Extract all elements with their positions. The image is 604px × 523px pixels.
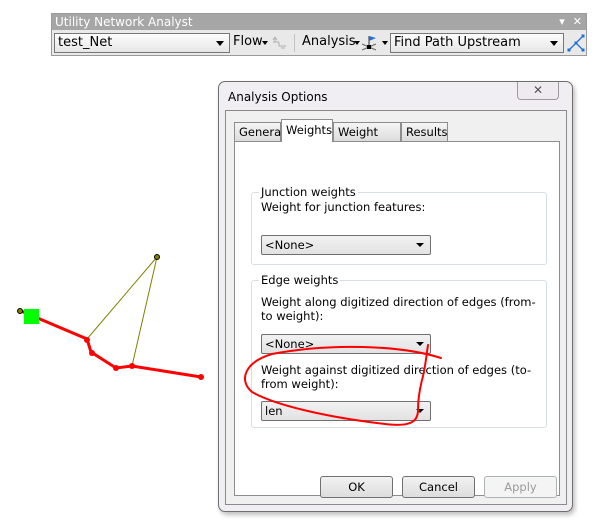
close-button[interactable]: ✕ [517,82,559,100]
flag-icon[interactable] [24,309,39,324]
network-edge [86,256,158,340]
weights-tab-page: Junction weights Weight for junction fea… [234,141,560,496]
toolbar-separator [294,34,295,52]
chevron-down-icon [216,41,224,46]
junction [113,365,119,371]
junction [154,254,160,260]
chevron-down-icon [416,243,424,247]
from-to-weight-label: Weight along digitized direction of edge… [261,295,536,323]
network-combo[interactable]: test_Net [54,33,230,53]
junction-weight-label: Weight for junction features: [261,200,426,214]
flow-direction-icon[interactable] [271,34,289,52]
network-edge [131,256,158,367]
dialog-body: General Weights Weight Filter Results Ju… [225,110,567,505]
junction-weight-dropdown[interactable]: <None> [261,235,431,255]
junction-weights-legend: Junction weights [259,185,358,199]
result-path [20,309,204,380]
flag-tool-icon[interactable] [359,33,379,53]
toolbar-menu-icon[interactable]: ▾ [559,14,565,30]
dialog-title: Analysis Options [228,90,328,104]
utility-network-analyst-toolbar: Utility Network Analyst ▾ ✕ test_Net Flo… [51,13,587,56]
toolbar-title-bar[interactable]: Utility Network Analyst ▾ ✕ [52,14,586,30]
edge-weights-group: Edge weights Weight along digitized dire… [251,273,547,428]
result-edge [20,309,202,379]
chevron-down-icon [262,41,268,45]
close-icon: ✕ [532,83,544,97]
edge-weights-legend: Edge weights [259,273,341,287]
junction-weight-value: <None> [265,238,315,252]
task-combo[interactable]: Find Path Upstream [390,33,564,53]
junction [84,337,90,343]
toolbar-close-icon[interactable]: ✕ [573,14,582,30]
tab-results[interactable]: Results [401,122,448,141]
chevron-down-icon [550,41,558,46]
from-to-weight-dropdown[interactable]: <None> [261,334,431,354]
junction-weights-group: Junction weights Weight for junction fea… [251,185,547,265]
flow-menu-button[interactable]: Flow [233,32,263,52]
network-combo-value: test_Net [58,35,113,50]
task-combo-value: Find Path Upstream [394,35,521,50]
solve-icon[interactable] [566,33,586,53]
chevron-down-icon [416,409,424,413]
chevron-down-icon[interactable] [382,41,388,45]
network-edges [86,256,158,367]
junction [17,308,23,314]
analysis-options-dialog: Analysis Options ✕ General Weights Weigh… [218,81,573,512]
from-to-weight-value: <None> [265,337,315,351]
ok-button[interactable]: OK [320,476,393,498]
tab-weight-filter[interactable]: Weight Filter [333,122,401,158]
tab-general[interactable]: General [234,122,284,141]
apply-button[interactable]: Apply [484,476,557,498]
analysis-menu-button[interactable]: Analysis [302,32,356,52]
junction [129,363,135,369]
junction [89,350,95,356]
to-from-weight-value: len [265,404,283,418]
to-from-weight-dropdown[interactable]: len [261,401,431,421]
chevron-down-icon [416,342,424,346]
toolbar-title: Utility Network Analyst [55,15,193,29]
to-from-weight-label: Weight against digitized direction of ed… [261,363,532,391]
tab-weights[interactable]: Weights [281,119,333,142]
cancel-button[interactable]: Cancel [402,476,475,498]
junction [198,374,204,380]
